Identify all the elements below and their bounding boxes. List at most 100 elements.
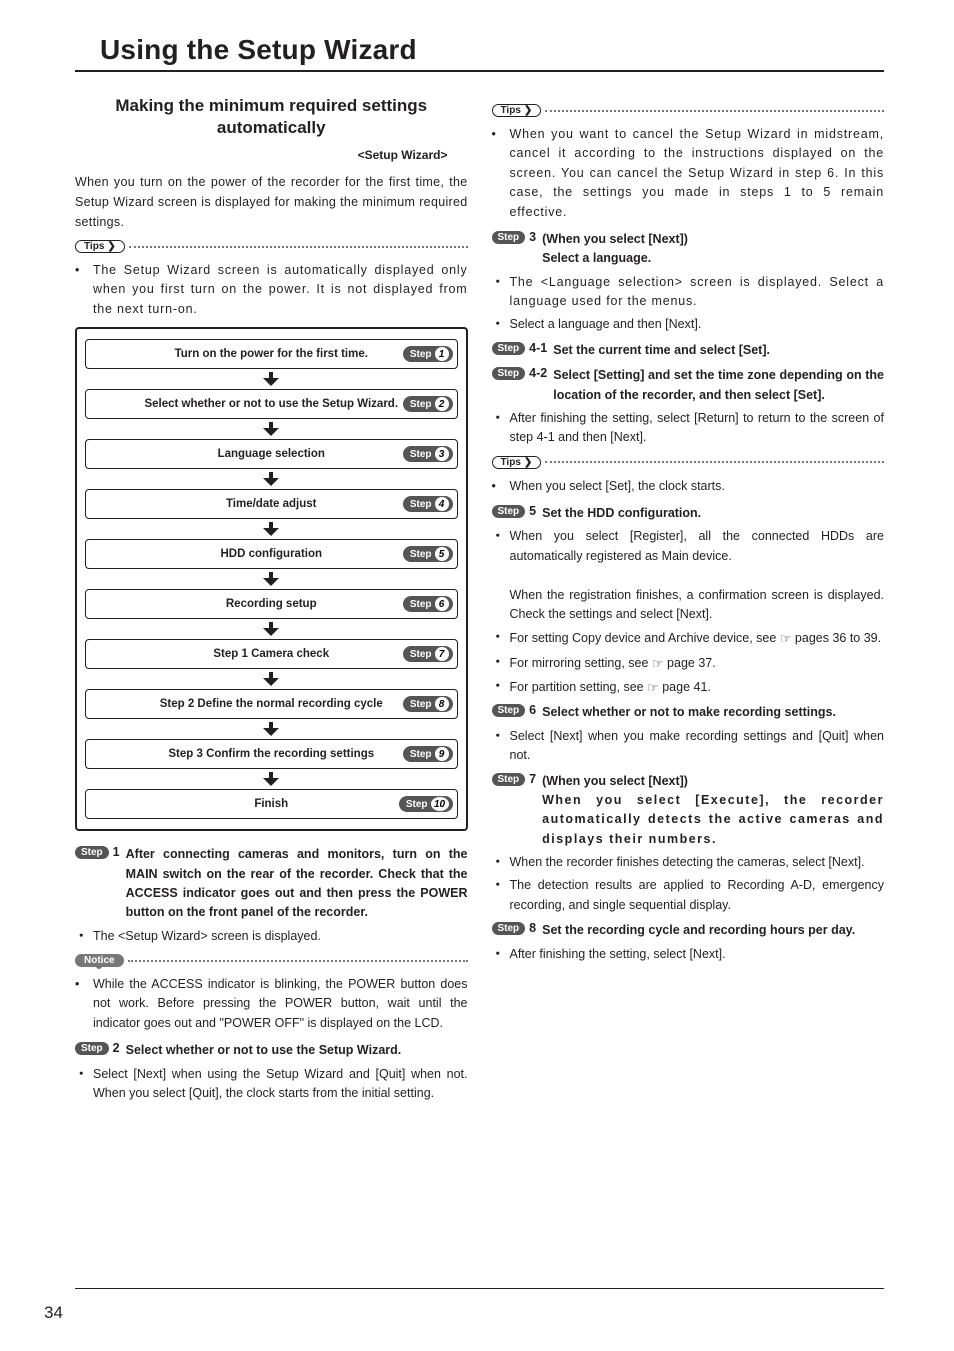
dot-icon: ・: [492, 727, 510, 766]
section-heading-line1: Making the minimum required settings: [75, 96, 468, 116]
tips-chip: Tips❯: [492, 104, 542, 117]
step7-heading: Step 7 (When you select [Next])When you …: [492, 772, 885, 850]
flow-label: Time/date adjust: [92, 498, 451, 510]
dot-icon: ・: [492, 273, 510, 312]
flow-step-1: Turn on the power for the first time.Ste…: [85, 339, 458, 369]
tips-divider-2: Tips❯: [492, 104, 885, 117]
bullet-icon: •: [492, 477, 510, 496]
tips-label: Tips: [501, 457, 521, 468]
step4-2-title: Select [Setting] and set the time zone d…: [553, 366, 884, 405]
step-badge: Step9: [403, 746, 453, 762]
step8-sub: After finishing the setting, select [Nex…: [510, 945, 885, 964]
dot-icon: ・: [492, 315, 510, 334]
step1-sublist: ・The <Setup Wizard> screen is displayed.: [75, 927, 468, 946]
bullet-icon: •: [75, 261, 93, 319]
right-column: Tips❯ •When you want to cancel the Setup…: [492, 96, 885, 1109]
arrow-down-icon: [85, 422, 458, 436]
tip1-list: •The Setup Wizard screen is automaticall…: [75, 261, 468, 319]
page-ref-icon: ☞: [652, 654, 664, 674]
flow-step-4: Time/date adjustStep4: [85, 489, 458, 519]
flow-step-2: Select whether or not to use the Setup W…: [85, 389, 458, 419]
footer-rule: [75, 1288, 884, 1289]
step1-sub1: The <Setup Wizard> screen is displayed.: [93, 927, 468, 946]
page-ref-icon: ☞: [780, 629, 792, 649]
step3-sub2: Select a language and then [Next].: [510, 315, 885, 334]
step4-2-heading: Step 4-2 Select [Setting] and set the ti…: [492, 366, 885, 405]
dot-icon: ・: [492, 527, 510, 624]
dot-icon: ・: [492, 677, 510, 697]
left-column: Making the minimum required settings aut…: [75, 96, 468, 1109]
flow-label: HDD configuration: [92, 548, 451, 560]
flow-label: Step 3 Confirm the recording settings: [92, 748, 451, 760]
arrow-down-icon: [85, 572, 458, 586]
arrow-down-icon: [85, 472, 458, 486]
step3-heading: Step 3 (When you select [Next])Select a …: [492, 230, 885, 269]
step-badge: Step7: [403, 646, 453, 662]
notice-list: •While the ACCESS indicator is blinking,…: [75, 975, 468, 1033]
flow-step-3: Language selectionStep3: [85, 439, 458, 469]
tip-chevron-icon: ❯: [524, 105, 532, 116]
flow-step-10: FinishStep10: [85, 789, 458, 819]
dotted-rule: [128, 960, 468, 962]
step8-sublist: ・After finishing the setting, select [Ne…: [492, 945, 885, 964]
dotted-rule: [545, 461, 884, 463]
arrow-down-icon: [85, 672, 458, 686]
step6-sublist: ・Select [Next] when you make recording s…: [492, 727, 885, 766]
dot-icon: ・: [492, 628, 510, 648]
arrow-down-icon: [85, 772, 458, 786]
step-badge-inline: Step: [492, 773, 526, 786]
arrow-down-icon: [85, 522, 458, 536]
tip-chevron-icon: ❯: [524, 457, 532, 468]
notice-divider: Notice: [75, 954, 468, 967]
tips-divider-1: Tips❯: [75, 240, 468, 253]
flowchart: Turn on the power for the first time.Ste…: [75, 327, 468, 831]
dot-icon: ・: [492, 945, 510, 964]
two-column-layout: Making the minimum required settings aut…: [75, 96, 884, 1109]
tip-chevron-icon: ❯: [107, 241, 115, 252]
step6-sub: Select [Next] when you make recording se…: [510, 727, 885, 766]
step-badge-inline: Step: [492, 922, 526, 935]
flow-step-9: Step 3 Confirm the recording settingsSte…: [85, 739, 458, 769]
dot-icon: ・: [75, 927, 93, 946]
tips-divider-3: Tips❯: [492, 456, 885, 469]
step3-sub1: The <Language selection> screen is displ…: [510, 273, 885, 312]
tips-label: Tips: [501, 105, 521, 116]
step7-sublist: ・When the recorder finishes detecting th…: [492, 853, 885, 915]
step5-sub3: For mirroring setting, see ☞ page 37.: [510, 653, 885, 673]
flow-step-6: Recording setupStep6: [85, 589, 458, 619]
page-number: 34: [44, 1303, 63, 1323]
step2-title: Select whether or not to use the Setup W…: [126, 1041, 468, 1060]
dot-icon: ・: [492, 409, 510, 448]
section-heading-line2: automatically: [75, 118, 468, 138]
step-number: 6: [529, 703, 536, 717]
step2-sub1: Select [Next] when using the Setup Wizar…: [93, 1065, 468, 1104]
step3-sublist: ・The <Language selection> screen is disp…: [492, 273, 885, 335]
tip2-text: When you want to cancel the Setup Wizard…: [510, 125, 885, 222]
step3-title: (When you select [Next])Select a languag…: [542, 230, 884, 269]
step1-heading: Step 1 After connecting cameras and moni…: [75, 845, 468, 923]
step4-2-sublist: ・After finishing the setting, select [Re…: [492, 409, 885, 448]
step-badge: Step1: [403, 346, 453, 362]
flow-step-8: Step 2 Define the normal recording cycle…: [85, 689, 458, 719]
step-number: 4-2: [529, 366, 547, 380]
step5-sublist: ・When you select [Register], all the con…: [492, 527, 885, 697]
intro-paragraph: When you turn on the power of the record…: [75, 172, 468, 232]
step5-title: Set the HDD configuration.: [542, 504, 884, 523]
step-badge-inline: Step: [492, 505, 526, 518]
step6-title: Select whether or not to make recording …: [542, 703, 884, 722]
flow-label: Finish: [92, 798, 451, 810]
step5-sub1: When you select [Register], all the conn…: [510, 527, 885, 624]
step8-title: Set the recording cycle and recording ho…: [542, 921, 884, 940]
notice-chip: Notice: [75, 954, 124, 967]
flow-label: Select whether or not to use the Setup W…: [92, 398, 451, 410]
flow-label: Step 1 Camera check: [92, 648, 451, 660]
step-number: 2: [113, 1041, 120, 1055]
page-ref-icon: ☞: [647, 678, 659, 698]
step-badge-inline: Step: [492, 342, 526, 355]
bullet-icon: •: [75, 975, 93, 1033]
page-title: Using the Setup Wizard: [100, 34, 884, 66]
step-badge-inline: Step: [492, 367, 526, 380]
dot-icon: ・: [492, 653, 510, 673]
dot-icon: ・: [492, 853, 510, 872]
step-number: 1: [113, 845, 120, 859]
